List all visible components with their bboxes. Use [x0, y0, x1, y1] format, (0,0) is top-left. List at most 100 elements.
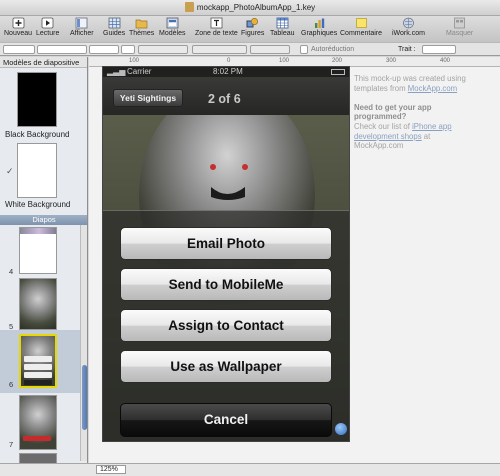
table-button-label: Tableau	[270, 30, 295, 37]
master-white-thumbnail[interactable]	[17, 143, 57, 198]
keynote-window: mockapp_PhotoAlbumApp_1.key Nouveau Lect…	[0, 0, 500, 476]
ruler-mark: 200	[332, 58, 343, 64]
battery-icon	[331, 69, 345, 75]
window-title: mockapp_PhotoAlbumApp_1.key	[196, 3, 316, 12]
back-button[interactable]: Yeti Sightings	[113, 89, 183, 107]
slide-item[interactable]	[0, 453, 80, 463]
autoreduction-checkbox[interactable]	[300, 45, 308, 54]
slide-canvas: 100 0 100 200 300 400 This mock-up was c…	[89, 57, 500, 463]
slide-thumbnail[interactable]	[19, 395, 57, 450]
play-icon	[41, 17, 54, 29]
slide-item[interactable]: 7	[0, 395, 80, 451]
guides-button-label: Guides	[103, 30, 126, 37]
slide-item[interactable]: 4	[0, 227, 80, 283]
new-button[interactable]: Nouveau	[4, 17, 32, 37]
comment-button[interactable]: Commentaire	[340, 17, 382, 37]
cancel-button[interactable]: Cancel	[120, 403, 332, 437]
slide-item-selected[interactable]: 6	[0, 330, 80, 393]
bottom-bar: 125%	[0, 463, 500, 476]
table-icon	[276, 17, 289, 29]
notes-heading: Need to get your app programmed?	[354, 102, 432, 122]
view-icon	[75, 17, 88, 29]
guides-button[interactable]: Guides	[103, 17, 125, 37]
table-button[interactable]: Tableau	[270, 17, 295, 37]
new-button-label: Nouveau	[4, 30, 33, 37]
slides-header: Diapos	[0, 215, 87, 225]
ruler-mark: 300	[386, 58, 397, 64]
masters-button[interactable]: Modèles	[159, 17, 185, 37]
view-button-label: Afficher	[70, 30, 94, 37]
use-as-wallpaper-button[interactable]: Use as Wallpaper	[120, 350, 332, 383]
typeface-select[interactable]	[89, 45, 119, 54]
navigation-bar: Yeti Sightings 2 of 6	[103, 77, 349, 115]
view-button[interactable]: Afficher	[70, 17, 94, 37]
shapes-button-label: Figures	[241, 30, 265, 37]
format-bar: Autoréduction Trait :	[0, 42, 500, 56]
slide-thumbnail[interactable]	[19, 334, 57, 388]
spacing-buttons[interactable]	[250, 45, 290, 54]
themes-button[interactable]: Thèmes	[129, 17, 154, 37]
mockapp-link[interactable]: MockApp.com	[408, 84, 457, 93]
master-white-label: White Background	[5, 200, 71, 209]
nav-title: 2 of 6	[208, 92, 241, 106]
globe-icon	[403, 17, 414, 29]
mockapp-text: MockApp.com	[354, 141, 404, 151]
play-button-label: Lecture	[36, 30, 60, 37]
toolbar: Nouveau Lecture Afficher Guides Thèmes M…	[0, 16, 500, 42]
master-black-thumbnail[interactable]	[17, 72, 57, 127]
notes-line: at	[423, 131, 431, 141]
slide-number: 7	[9, 440, 14, 449]
slide-thumbnail[interactable]	[19, 278, 57, 330]
iwork-button-label: iWork.com	[392, 30, 425, 37]
iphone-mockup: ▂▃▅ Carrier 8:02 PM Yeti Sightings 2 of …	[102, 66, 350, 442]
status-bar: ▂▃▅ Carrier 8:02 PM	[103, 67, 349, 77]
charts-button[interactable]: Graphiques	[301, 17, 337, 37]
font-family-select[interactable]	[37, 45, 87, 54]
hide-inspector-button[interactable]: Masquer	[446, 17, 473, 37]
shapes-icon	[246, 17, 259, 28]
text-box-button[interactable]: Zone de texte	[195, 17, 238, 37]
folder-icon	[135, 19, 148, 29]
ruler-mark: 400	[440, 58, 451, 64]
masters-header: Modèles de diapositive	[0, 57, 87, 68]
zoom-select[interactable]: 125%	[96, 465, 126, 474]
chart-icon	[314, 18, 324, 28]
themes-button-label: Thèmes	[129, 30, 155, 37]
assign-to-contact-button[interactable]: Assign to Contact	[120, 309, 332, 342]
signal-icon: ▂▃▅	[107, 67, 126, 76]
ruler-mark: 0	[227, 58, 231, 64]
slide-item[interactable]: 5	[0, 278, 80, 334]
font-size-select[interactable]	[121, 45, 135, 54]
notes-line: Check our list of	[354, 121, 410, 131]
iwork-button[interactable]: iWork.com	[392, 17, 425, 37]
master-check: ✓	[6, 166, 14, 176]
autoreduction-label: Autoréduction	[311, 46, 355, 53]
charts-button-label: Graphiques	[301, 30, 338, 37]
send-to-mobileme-button[interactable]: Send to MobileMe	[120, 268, 332, 301]
comment-button-label: Commentaire	[340, 30, 383, 37]
navigator-scroll-thumb[interactable]	[82, 365, 87, 430]
email-photo-button[interactable]: Email Photo	[120, 227, 332, 260]
alignment-buttons[interactable]	[192, 45, 247, 54]
slide-number: 6	[9, 380, 14, 389]
master-black-label: Black Background	[5, 130, 70, 139]
document-icon	[184, 2, 194, 12]
slide-thumbnail[interactable]	[19, 227, 57, 274]
refresh-icon	[335, 423, 347, 435]
shapes-button[interactable]: Figures	[241, 17, 264, 37]
stroke-select[interactable]	[422, 45, 456, 54]
text-box-button-label: Zone de texte	[195, 30, 238, 37]
text-style-buttons[interactable]	[138, 45, 188, 54]
slide-thumbnail[interactable]	[19, 453, 57, 463]
ruler-mark: 100	[279, 58, 290, 64]
title-bar: mockapp_PhotoAlbumApp_1.key	[0, 0, 500, 16]
play-button[interactable]: Lecture	[36, 17, 59, 37]
plus-square-icon	[12, 17, 24, 29]
layout-icon	[166, 17, 179, 29]
status-time: 8:02 PM	[213, 67, 243, 76]
navigator-scrollbar[interactable]	[80, 225, 87, 461]
masters-button-label: Modèles	[159, 30, 186, 37]
action-sheet: Email Photo Send to MobileMe Assign to C…	[103, 210, 349, 441]
style-select[interactable]	[3, 45, 35, 54]
stroke-label: Trait :	[398, 46, 416, 53]
